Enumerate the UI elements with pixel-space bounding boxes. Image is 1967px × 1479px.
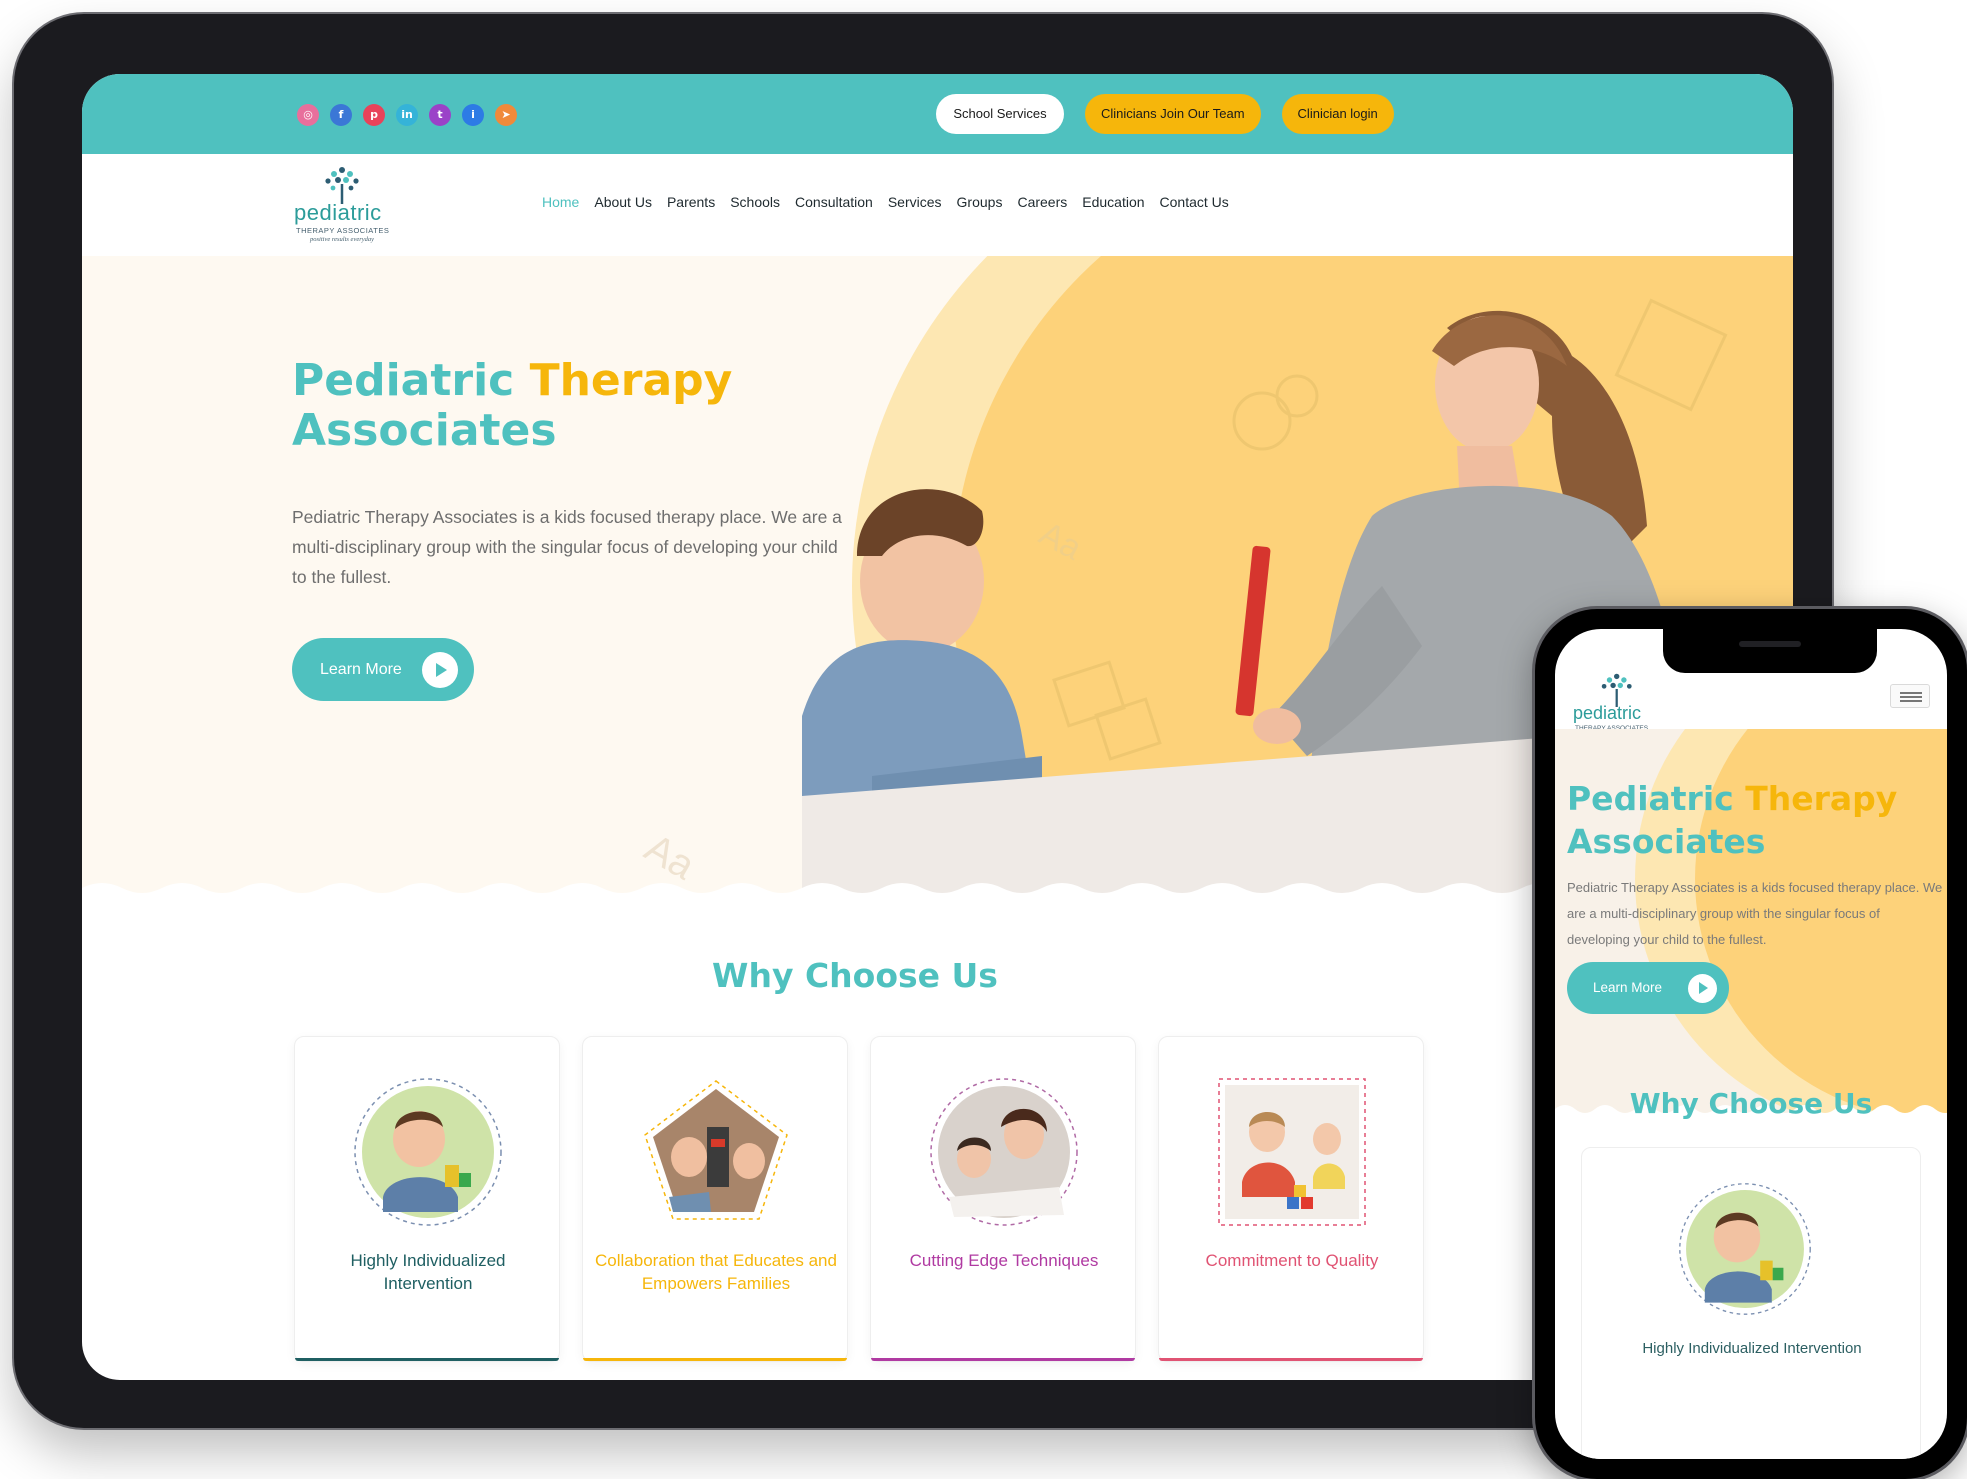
nav-item-contact[interactable]: Contact Us — [1160, 194, 1229, 210]
mobile-card-label: Highly Individualized Intervention — [1642, 1340, 1862, 1357]
clinician-login-button[interactable]: Clinician login — [1281, 94, 1394, 134]
school-services-button[interactable]: School Services — [936, 94, 1064, 134]
mobile-title-part1: Pediatric — [1567, 779, 1734, 818]
mobile-learn-more-label: Learn More — [1593, 980, 1663, 995]
learn-more-button[interactable]: Learn More — [292, 638, 474, 701]
top-bar: ◎ f p in t i ➤ School Services Clinician… — [82, 74, 1793, 154]
twitter-icon[interactable]: t — [429, 104, 451, 126]
location-icon[interactable]: ➤ — [495, 104, 517, 126]
join-team-button[interactable]: Clinicians Join Our Team — [1085, 94, 1261, 134]
card-image-girls-stacking-blocks — [1217, 1077, 1367, 1227]
instagram-icon[interactable]: ◎ — [297, 104, 319, 126]
card-label: Collaboration that Educates and Empowers… — [595, 1251, 837, 1293]
nav-item-education[interactable]: Education — [1082, 194, 1144, 210]
hero-title-part3: Associates — [292, 405, 557, 456]
phone-notch — [1663, 629, 1877, 673]
hero-title-part1: Pediatric — [292, 355, 515, 406]
pinterest-icon[interactable]: p — [363, 104, 385, 126]
mobile-title-part3: Associates — [1567, 822, 1766, 861]
nav-item-home[interactable]: Home — [542, 194, 579, 210]
mobile-title-part2: Therapy — [1745, 779, 1898, 818]
card-image-child-playing — [1678, 1182, 1812, 1316]
site-logo[interactable]: pediatric THERAPY ASSOCIATES positive re… — [294, 164, 404, 244]
card-label: Highly Individualized Intervention — [350, 1251, 506, 1293]
card-accent-bar — [583, 1358, 847, 1361]
info-icon[interactable]: i — [462, 104, 484, 126]
nav-item-consultation[interactable]: Consultation — [795, 194, 873, 210]
nav-item-schools[interactable]: Schools — [730, 194, 780, 210]
card-image-children-building — [641, 1077, 791, 1227]
card-label: Cutting Edge Techniques — [909, 1251, 1099, 1270]
logo-tree-icon — [325, 167, 359, 204]
logo-tagline: positive results everyday — [310, 236, 375, 243]
nav-item-groups[interactable]: Groups — [957, 194, 1003, 210]
mobile-feature-card[interactable]: Highly Individualized Intervention — [1581, 1147, 1921, 1459]
feature-card-individualized[interactable]: Highly Individualized Intervention — [294, 1036, 560, 1362]
hamburger-menu-button[interactable] — [1890, 684, 1930, 708]
mobile-learn-more-button[interactable]: Learn More — [1567, 962, 1729, 1014]
logo-wordmark: pediatric — [1573, 703, 1642, 723]
top-buttons: School Services Clinicians Join Our Team… — [936, 94, 1394, 134]
why-choose-us-heading: Why Choose Us — [712, 956, 998, 995]
feature-card-quality[interactable]: Commitment to Quality — [1158, 1036, 1424, 1362]
nav-item-about[interactable]: About Us — [594, 194, 652, 210]
card-image-therapist-with-child — [929, 1077, 1079, 1227]
mobile-screen: pediatric THERAPY ASSOCIATES Pediatric T… — [1555, 629, 1947, 1459]
hero-title-part2: Therapy — [529, 355, 733, 406]
logo-tree-icon — [1601, 673, 1632, 707]
main-navbar: pediatric THERAPY ASSOCIATES positive re… — [82, 154, 1793, 256]
linkedin-icon[interactable]: in — [396, 104, 418, 126]
card-accent-bar — [871, 1358, 1135, 1361]
card-image-child-playing — [353, 1077, 503, 1227]
nav-item-services[interactable]: Services — [888, 194, 942, 210]
logo-subtitle: THERAPY ASSOCIATES — [296, 226, 390, 235]
facebook-icon[interactable]: f — [330, 104, 352, 126]
mobile-hero-description: Pediatric Therapy Associates is a kids f… — [1567, 880, 1943, 947]
logo-wordmark: pediatric — [294, 200, 382, 225]
nav-item-careers[interactable]: Careers — [1017, 194, 1067, 210]
social-links: ◎ f p in t i ➤ — [297, 104, 517, 126]
card-accent-bar — [1159, 1358, 1423, 1361]
nav-item-parents[interactable]: Parents — [667, 194, 715, 210]
play-icon — [422, 652, 458, 688]
card-accent-bar — [295, 1358, 559, 1361]
svg-text:Aa: Aa — [638, 826, 703, 889]
mobile-why-heading: Why Choose Us — [1629, 1087, 1873, 1120]
learn-more-label: Learn More — [320, 661, 402, 678]
hero-description: Pediatric Therapy Associates is a kids f… — [292, 507, 842, 587]
feature-card-techniques[interactable]: Cutting Edge Techniques — [870, 1036, 1136, 1362]
showcase-stage: ◎ f p in t i ➤ School Services Clinician… — [0, 0, 1967, 1479]
phone-frame: pediatric THERAPY ASSOCIATES Pediatric T… — [1535, 609, 1967, 1479]
feature-card-collaboration[interactable]: Collaboration that Educates and Empowers… — [582, 1036, 848, 1362]
nav-menu: Home About Us Parents Schools Consultati… — [542, 194, 1229, 210]
card-label: Commitment to Quality — [1205, 1251, 1379, 1270]
play-icon — [1688, 974, 1717, 1003]
mobile-hero-title: Pediatric Therapy Associates — [1567, 777, 1947, 863]
hero-title: Pediatric Therapy Associates — [292, 356, 812, 456]
